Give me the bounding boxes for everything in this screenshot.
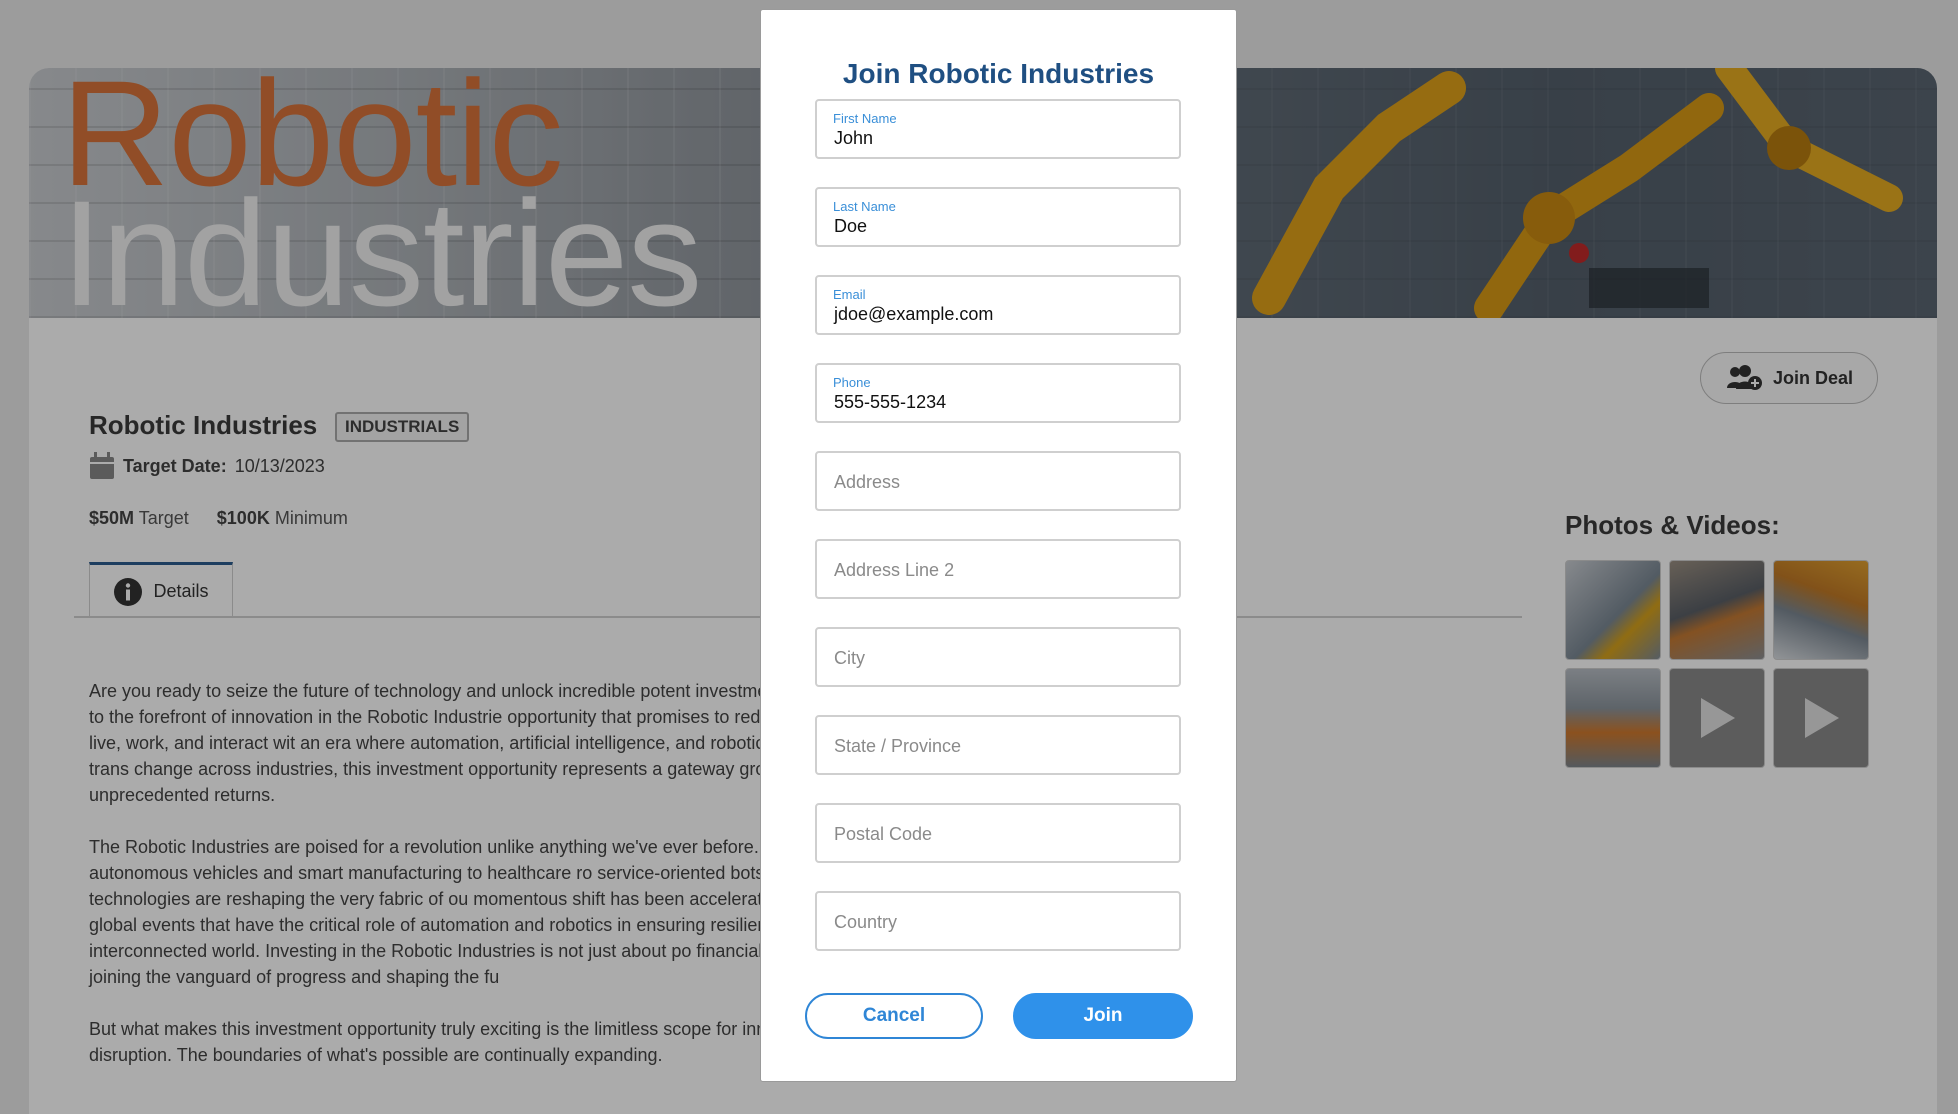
state-province-field[interactable]: State / Province (815, 715, 1181, 775)
state-province-placeholder: State / Province (834, 736, 962, 756)
email-value: jdoe@example.com (834, 304, 994, 324)
city-placeholder: City (834, 648, 865, 668)
city-field[interactable]: City (815, 627, 1181, 687)
join-button[interactable]: Join (1013, 993, 1193, 1039)
last-name-value: Doe (834, 216, 868, 236)
cancel-button[interactable]: Cancel (805, 993, 983, 1039)
country-field[interactable]: Country (815, 891, 1181, 951)
first-name-field[interactable]: First Name John (815, 99, 1181, 159)
postal-code-placeholder: Postal Code (834, 824, 933, 844)
last-name-label: Last Name (833, 199, 896, 214)
postal-code-field[interactable]: Postal Code (815, 803, 1181, 863)
address-line-2-placeholder: Address Line 2 (834, 560, 955, 580)
country-placeholder: Country (834, 912, 898, 932)
phone-field[interactable]: Phone 555-555-1234 (815, 363, 1181, 423)
address-field[interactable]: Address (815, 451, 1181, 511)
modal-title: Join Robotic Industries (842, 58, 1155, 89)
phone-value: 555-555-1234 (834, 392, 947, 412)
phone-label: Phone (833, 375, 871, 390)
email-label: Email (833, 287, 866, 302)
address-line-2-field[interactable]: Address Line 2 (815, 539, 1181, 599)
email-field[interactable]: Email jdoe@example.com (815, 275, 1181, 335)
join-modal: Join Robotic Industries First Name John … (760, 9, 1237, 1082)
last-name-field[interactable]: Last Name Doe (815, 187, 1181, 247)
first-name-label: First Name (833, 111, 897, 126)
first-name-value: John (834, 128, 874, 148)
address-placeholder: Address (834, 472, 901, 492)
